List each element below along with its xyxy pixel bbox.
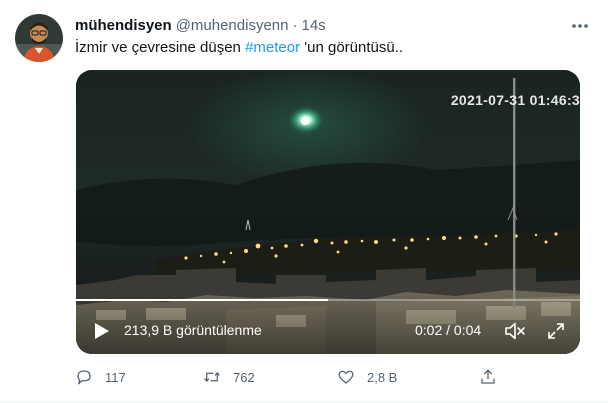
video-timestamp-overlay: 2021-07-31 01:46:3 xyxy=(450,92,580,108)
video-progress-bar[interactable] xyxy=(76,299,580,301)
reply-button[interactable]: 117 xyxy=(75,366,126,388)
tweet-text-after: 'un görüntüsü.. xyxy=(300,39,404,56)
display-name[interactable]: mühendisyen xyxy=(75,17,172,34)
share-icon xyxy=(481,369,495,384)
video-progress-fill xyxy=(76,299,328,301)
play-icon xyxy=(95,323,109,339)
user-handle[interactable]: @muhendisyenn xyxy=(176,17,289,34)
more-horizontal-icon xyxy=(572,24,588,28)
more-button[interactable] xyxy=(570,16,590,36)
tweet-time[interactable]: 14s xyxy=(301,17,325,34)
separator-dot: · xyxy=(292,16,298,34)
retweet-count: 762 xyxy=(233,369,255,385)
like-count: 2,8 B xyxy=(367,369,398,385)
tweet[interactable]: mühendisyen @muhendisyenn · 14s İzmir ve… xyxy=(0,0,608,403)
share-button[interactable] xyxy=(479,366,497,388)
mute-button[interactable] xyxy=(504,321,526,341)
tweet-actions: 117 762 2,8 B xyxy=(75,366,505,388)
tweet-text: İzmir ve çevresine düşen #meteor 'un gör… xyxy=(75,38,403,58)
video-player[interactable]: 2021-07-31 01:46:3 213,9 B görüntülenme … xyxy=(76,70,580,354)
video-duration: 0:02 / 0:04 xyxy=(415,322,482,338)
retweet-icon xyxy=(204,371,220,383)
retweet-button[interactable]: 762 xyxy=(203,366,255,388)
tweet-text-before: İzmir ve çevresine düşen xyxy=(75,39,246,56)
heart-icon xyxy=(338,370,354,384)
hashtag-link[interactable]: #meteor xyxy=(245,39,300,56)
avatar[interactable] xyxy=(15,14,63,62)
fullscreen-icon xyxy=(548,323,564,339)
fullscreen-button[interactable] xyxy=(546,321,566,341)
view-count: 213,9 B görüntülenme xyxy=(124,322,262,338)
like-button[interactable]: 2,8 B xyxy=(337,366,397,388)
tweet-header: mühendisyen @muhendisyenn · 14s xyxy=(75,15,326,35)
speaker-muted-icon xyxy=(505,322,525,340)
reply-count: 117 xyxy=(105,369,126,385)
reply-icon xyxy=(77,370,91,385)
play-button[interactable] xyxy=(90,320,112,342)
